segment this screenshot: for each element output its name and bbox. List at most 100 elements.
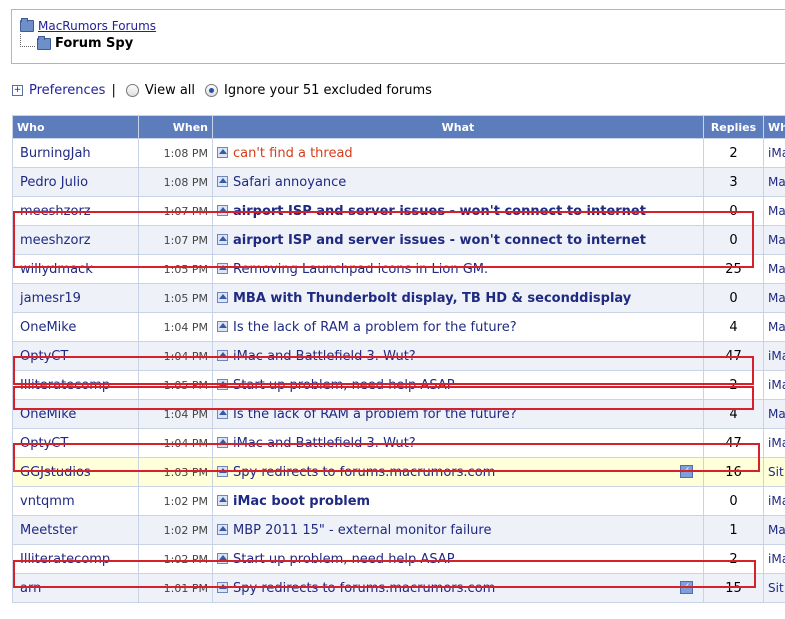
row-thread-cell: Start up problem, need help ASAP	[212, 544, 704, 574]
row-user-link[interactable]: Illiteratecomp	[12, 544, 139, 574]
go-to-post-icon[interactable]	[217, 465, 228, 477]
row-user-link[interactable]: Pedro Julio	[12, 167, 139, 197]
row-user-link[interactable]: OneMike	[12, 399, 139, 429]
view-all-label: View all	[144, 83, 196, 98]
row-forum-link[interactable]: Ma	[763, 283, 785, 313]
row-replies: 25	[703, 254, 764, 284]
row-replies: 0	[703, 196, 764, 226]
go-to-post-icon[interactable]	[217, 378, 228, 390]
row-thread-link[interactable]: iMac and Battlefield 3. Wut?	[233, 436, 416, 451]
row-user-link[interactable]: Meetster	[12, 515, 139, 545]
ignore-excluded-label: Ignore your 51 excluded forums	[224, 83, 432, 98]
row-thread-cell: Safari annoyance	[212, 167, 704, 197]
row-time: 1:07 PM	[138, 225, 213, 255]
go-to-post-icon[interactable]	[217, 436, 228, 448]
row-forum-link[interactable]: iMa	[763, 544, 785, 574]
row-thread-link[interactable]: MBP 2011 15" - external monitor failure	[233, 523, 491, 538]
row-forum-link[interactable]: iMa	[763, 138, 785, 168]
row-forum-link[interactable]: Ma Sto	[763, 167, 785, 197]
row-thread-link[interactable]: can't find a thread	[233, 146, 353, 161]
go-to-post-icon[interactable]	[217, 291, 228, 303]
row-time: 1:08 PM	[138, 138, 213, 168]
go-to-post-icon[interactable]	[217, 146, 228, 158]
row-thread-cell: Spy redirects to forums.macrumors.com ✓	[212, 457, 704, 487]
table-row: OneMike 1:04 PM Is the lack of RAM a probl…	[12, 399, 785, 429]
go-to-post-icon[interactable]	[217, 262, 228, 274]
row-forum-link[interactable]: Ma	[763, 312, 785, 342]
breadcrumb-parent-link[interactable]: MacRumors Forums	[38, 19, 156, 33]
folder-icon	[20, 18, 34, 32]
row-forum-link[interactable]: iMa	[763, 486, 785, 516]
row-time: 1:05 PM	[138, 283, 213, 313]
row-time: 1:04 PM	[138, 341, 213, 371]
row-thread-link[interactable]: Start up problem, need help ASAP	[233, 378, 455, 393]
row-thread-link[interactable]: Is the lack of RAM a problem for the fut…	[233, 320, 517, 335]
row-user-link[interactable]: OptyCT	[12, 341, 139, 371]
go-to-post-icon[interactable]	[217, 581, 228, 593]
go-to-post-icon[interactable]	[217, 204, 228, 216]
row-thread-cell: Is the lack of RAM a problem for the fut…	[212, 312, 704, 342]
header-where: Whe	[763, 115, 785, 139]
folder-open-icon	[37, 35, 51, 50]
expand-icon[interactable]: +	[12, 85, 23, 96]
row-forum-link[interactable]: iMa	[763, 341, 785, 371]
row-replies: 2	[703, 138, 764, 168]
row-user-link[interactable]: meeshzorz	[12, 225, 139, 255]
row-thread-link[interactable]: MBA with Thunderbolt display, TB HD & se…	[233, 291, 631, 306]
row-replies: 0	[703, 486, 764, 516]
row-thread-link[interactable]: Is the lack of RAM a problem for the fut…	[233, 407, 517, 422]
row-user-link[interactable]: Illiteratecomp	[12, 370, 139, 400]
row-forum-link[interactable]: Ma	[763, 399, 785, 429]
go-to-post-icon[interactable]	[217, 233, 228, 245]
row-forum-link[interactable]: Sit	[763, 457, 785, 487]
row-user-link[interactable]: GGJstudios	[12, 457, 139, 487]
row-forum-link[interactable]: Ma	[763, 515, 785, 545]
table-row: vntqmm1:02 PM iMac boot problem 0iMa	[12, 486, 785, 516]
row-forum-link[interactable]: Sit	[763, 573, 785, 603]
view-all-radio[interactable]	[125, 84, 139, 97]
row-thread-link[interactable]: Start up problem, need help ASAP	[233, 552, 455, 567]
row-user-link[interactable]: arn	[12, 573, 139, 603]
go-to-post-icon[interactable]	[217, 349, 228, 361]
row-user-link[interactable]: jamesr19	[12, 283, 139, 313]
row-forum-link[interactable]: Ma	[763, 225, 785, 255]
go-to-post-icon[interactable]	[217, 523, 228, 535]
row-time: 1:02 PM	[138, 515, 213, 545]
table-row: Illiteratecomp 1:05 PM Start up problem, n…	[12, 370, 785, 400]
row-forum-link[interactable]: Ma	[763, 254, 785, 284]
row-thread-link[interactable]: airport ISP and server issues - won't co…	[233, 233, 646, 248]
row-replies: 4	[703, 399, 764, 429]
row-thread-link[interactable]: airport ISP and server issues - won't co…	[233, 204, 646, 219]
go-to-post-icon[interactable]	[217, 552, 228, 564]
ignore-excluded-radio[interactable]	[205, 84, 219, 97]
row-thread-link[interactable]: iMac boot problem	[233, 494, 370, 509]
header-who: Who	[12, 115, 139, 139]
row-user-link[interactable]: vntqmm	[12, 486, 139, 516]
row-thread-cell: MBP 2011 15" - external monitor failure	[212, 515, 704, 545]
checkbox-icon[interactable]: ✓	[680, 580, 693, 594]
table-body: BurningJah1:08 PMcan't find a thread2iMa…	[12, 138, 785, 603]
row-forum-link[interactable]: Ma	[763, 196, 785, 226]
row-replies: 0	[703, 283, 764, 313]
row-thread-link[interactable]: Safari annoyance	[233, 175, 346, 190]
row-thread-link[interactable]: iMac and Battlefield 3. Wut?	[233, 349, 416, 364]
go-to-post-icon[interactable]	[217, 175, 228, 187]
table-row: jamesr19 1:05 PM MBA with Thunderbolt disp…	[12, 283, 785, 313]
go-to-post-icon[interactable]	[217, 494, 228, 506]
row-user-link[interactable]: OneMike	[12, 312, 139, 342]
go-to-post-icon[interactable]	[217, 407, 228, 419]
row-forum-link[interactable]: iMa	[763, 370, 785, 400]
row-forum-link[interactable]: iMa	[763, 428, 785, 458]
row-user-link[interactable]: meeshzorz	[12, 196, 139, 226]
go-to-post-icon[interactable]	[217, 320, 228, 332]
row-thread-link[interactable]: Removing Launchpad icons in Lion GM.	[233, 262, 488, 277]
row-replies: 0	[703, 225, 764, 255]
row-replies: 47	[703, 341, 764, 371]
checkbox-icon[interactable]: ✓	[680, 464, 693, 478]
row-user-link[interactable]: BurningJah	[12, 138, 139, 168]
row-thread-link[interactable]: Spy redirects to forums.macrumors.com	[233, 581, 495, 596]
row-user-link[interactable]: OptyCT	[12, 428, 139, 458]
row-user-link[interactable]: willydmack	[12, 254, 139, 284]
preferences-link[interactable]: Preferences	[29, 83, 105, 98]
row-thread-link[interactable]: Spy redirects to forums.macrumors.com	[233, 465, 495, 480]
